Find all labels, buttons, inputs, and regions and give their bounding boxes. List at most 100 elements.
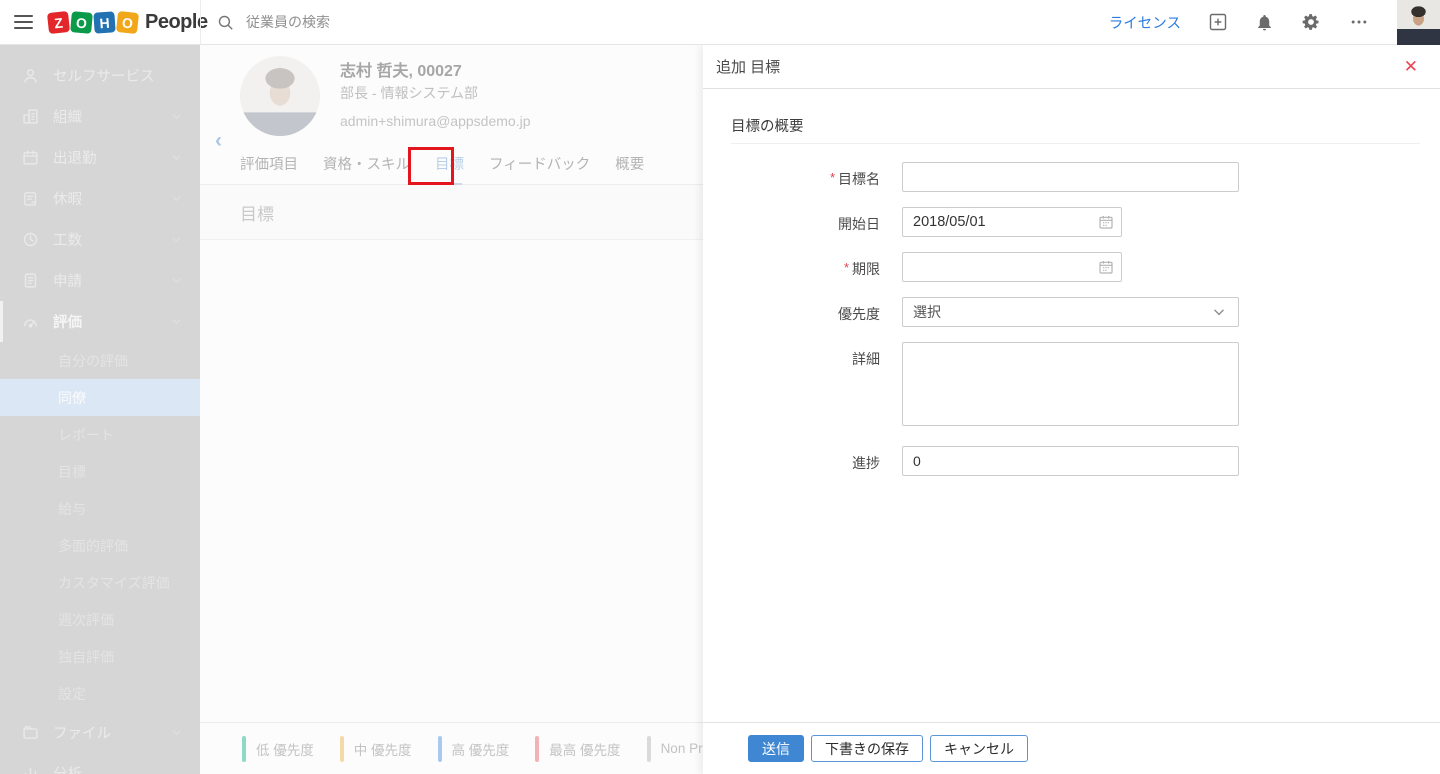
details-textarea[interactable] <box>902 342 1239 426</box>
sidebar: セルフサービス 組織出退勤休暇 工数 申請 評価 自分の評価 同僚 レポート 目標 給与 多面的評価… <box>0 45 200 774</box>
calendar-icon[interactable] <box>1098 214 1114 230</box>
legend-color-bar <box>646 735 651 762</box>
sidebar-subitem[interactable]: 目標 <box>0 453 200 490</box>
sidebar-item[interactable]: 出退勤 <box>0 137 200 178</box>
logo-letter: O <box>70 10 93 34</box>
chevron-down-icon <box>171 234 182 245</box>
settings-icon[interactable] <box>1301 12 1321 32</box>
notifications-icon[interactable] <box>1255 13 1274 32</box>
sidebar-subitem[interactable]: 週次評価 <box>0 601 200 638</box>
hamburger-menu-icon[interactable] <box>0 0 46 45</box>
sidebar-subitem[interactable]: レポート <box>0 416 200 453</box>
panel-body: 目標の概要 *目標名開始日 *期限優先度 選択詳細進捗 <box>703 90 1440 722</box>
sidebar-subitem[interactable]: 独自評価 <box>0 638 200 675</box>
sidebar-subitem[interactable]: 多面的評価 <box>0 527 200 564</box>
appraisal-icon <box>22 313 40 331</box>
button[interactable]: 下書きの保存 <box>811 735 923 762</box>
legend-label: 中 優先度 <box>353 742 412 758</box>
field-label: * 期限 <box>843 260 880 277</box>
field-control <box>902 207 1122 237</box>
sidebar-item[interactable]: 組織 <box>0 96 200 137</box>
field-control: 選択 <box>902 297 1239 327</box>
chevron-down-icon <box>171 193 182 204</box>
goal-summary-heading: 目標の概要 <box>731 115 1420 144</box>
more-icon[interactable] <box>1348 12 1370 32</box>
sidebar-item-label: 出退勤 <box>53 151 97 167</box>
legend-item: 高 優先度 <box>437 735 510 762</box>
analytics-icon <box>22 765 40 774</box>
sidebar-item[interactable]: ファイル <box>0 712 200 753</box>
sidebar-item[interactable]: 休暇 <box>0 178 200 219</box>
tab[interactable]: 目標 <box>435 143 464 185</box>
employee-goals-page: ‹ 志村 哲夫, 00027 部長 - 情報システム部 admin+shimur… <box>200 45 731 774</box>
sidebar-item[interactable]: 申請 <box>0 260 200 301</box>
button[interactable]: キャンセル <box>930 735 1028 762</box>
legend-item: 中 優先度 <box>339 735 412 762</box>
tab[interactable]: フィードバック <box>489 143 590 185</box>
date-input[interactable] <box>902 207 1122 237</box>
topbar-actions: ライセンス <box>1109 0 1440 45</box>
license-link[interactable]: ライセンス <box>1109 12 1181 33</box>
date-input[interactable] <box>902 252 1122 282</box>
goals-section-header: 目標 <box>200 185 703 240</box>
tab[interactable]: 評価項目 <box>240 143 298 185</box>
attendance-icon <box>22 149 40 167</box>
zoho-people-logo[interactable]: ZOHO People <box>46 10 208 34</box>
field-label: * 目標名 <box>829 170 880 187</box>
field-control <box>902 162 1239 192</box>
sidebar-subitem[interactable]: 設定 <box>0 675 200 712</box>
priority-select[interactable]: 選択 <box>902 297 1239 327</box>
sidebar-subitem[interactable]: 給与 <box>0 490 200 527</box>
text-input[interactable] <box>902 162 1239 192</box>
text-input[interactable] <box>902 446 1239 476</box>
legend-label: 低 優先度 <box>256 742 314 758</box>
required-asterisk: * <box>843 260 849 275</box>
sidebar-item[interactable]: セルフサービス <box>0 55 200 96</box>
logo-letter: Z <box>46 10 71 34</box>
sidebar-subitem[interactable]: 自分の評価 <box>0 342 200 379</box>
building-icon <box>22 108 40 126</box>
chevron-down-icon <box>171 727 182 738</box>
employee-search <box>200 0 700 45</box>
employee-name: 志村 哲夫, 00027 <box>340 63 462 80</box>
sidebar-subitem[interactable]: カスタマイズ評価 <box>0 564 200 601</box>
add-goal-panel: 追加 目標 ✕ 目標の概要 *目標名開始日 *期限優先度 選択詳細進捗 送信下書きの… <box>703 45 1440 774</box>
sidebar-item[interactable]: 工数 <box>0 219 200 260</box>
chevron-down-icon <box>171 111 182 122</box>
sidebar-item-label: 分析 <box>53 763 82 774</box>
tab[interactable]: 資格・スキル <box>323 143 410 185</box>
leave-icon <box>22 190 40 208</box>
search-icon <box>218 15 233 30</box>
sidebar-subitem[interactable]: 同僚 <box>0 379 200 416</box>
form-row: 進捗 <box>703 446 1440 476</box>
search-input[interactable] <box>246 14 666 30</box>
field-label: 優先度 <box>838 306 880 322</box>
submit-button[interactable]: 送信 <box>748 735 804 762</box>
legend-color-bar <box>535 735 540 762</box>
request-icon <box>22 272 40 290</box>
form-row: * 期限 <box>703 252 1440 282</box>
sidebar-item[interactable]: 分析 <box>0 753 200 774</box>
topbar: ZOHO People ライセンス <box>0 0 1440 45</box>
chevron-down-icon <box>171 152 182 163</box>
chevron-down-icon <box>171 275 182 286</box>
user-avatar[interactable] <box>1397 0 1440 45</box>
field-control <box>902 446 1239 476</box>
legend-label: 高 優先度 <box>451 742 510 758</box>
employee-role: 部長 - 情報システム部 <box>340 85 479 101</box>
add-icon[interactable] <box>1208 12 1228 32</box>
files-icon <box>22 724 40 742</box>
employee-email: admin+shimura@appsdemo.jp <box>340 113 531 129</box>
legend-color-bar <box>437 735 442 762</box>
calendar-icon[interactable] <box>1098 259 1114 275</box>
legend-color-bar <box>339 735 344 762</box>
priority-legend: 低 優先度中 優先度高 優先度 最高 優先度 Non Priority <box>200 722 731 774</box>
legend-color-bar <box>242 735 246 762</box>
close-icon[interactable]: ✕ <box>1404 58 1418 75</box>
tab[interactable]: 概要 <box>615 143 644 185</box>
field-control <box>902 342 1239 431</box>
logo-letter: O <box>115 10 140 34</box>
sidebar-item[interactable]: 評価 <box>0 301 200 342</box>
section-title: 目標 <box>240 204 274 224</box>
field-label: 開始日 <box>838 216 880 232</box>
